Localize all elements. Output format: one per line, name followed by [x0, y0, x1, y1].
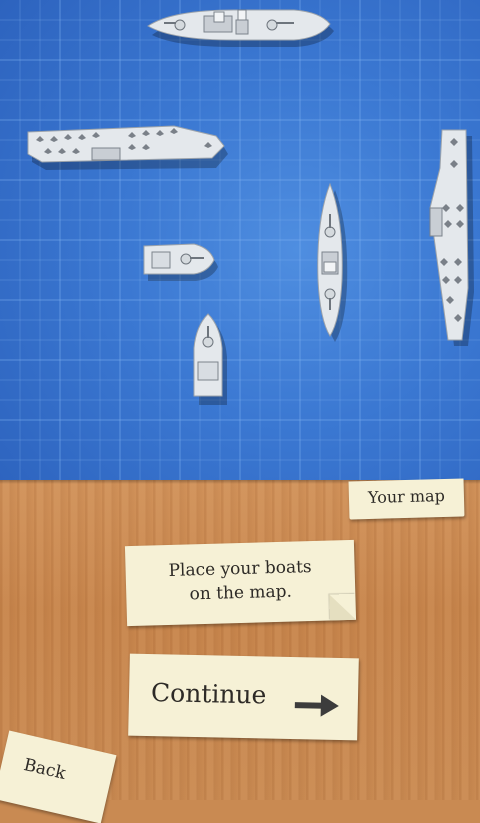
destroyer-icon[interactable] — [312, 182, 352, 342]
aircraft-carrier-2-icon[interactable] — [420, 128, 476, 348]
arrow-right-icon — [294, 694, 339, 717]
battleship-icon[interactable] — [144, 6, 336, 50]
grid-lines — [0, 0, 480, 480]
patrol-boat-icon[interactable] — [140, 240, 220, 284]
instruction-note: Place your boats on the map. — [124, 539, 357, 627]
back-label: Back — [21, 754, 68, 784]
continue-label: Continue — [150, 678, 267, 710]
game-board[interactable] — [0, 0, 480, 480]
your-map-tab[interactable]: Your map — [348, 478, 465, 520]
aircraft-carrier-icon[interactable] — [24, 118, 228, 174]
continue-button[interactable]: Continue — [128, 653, 359, 741]
page-fold — [329, 593, 357, 621]
submarine-icon[interactable] — [188, 312, 232, 408]
your-map-label: Your map — [367, 485, 446, 508]
instruction-text: Place your boats on the map. — [168, 557, 312, 605]
